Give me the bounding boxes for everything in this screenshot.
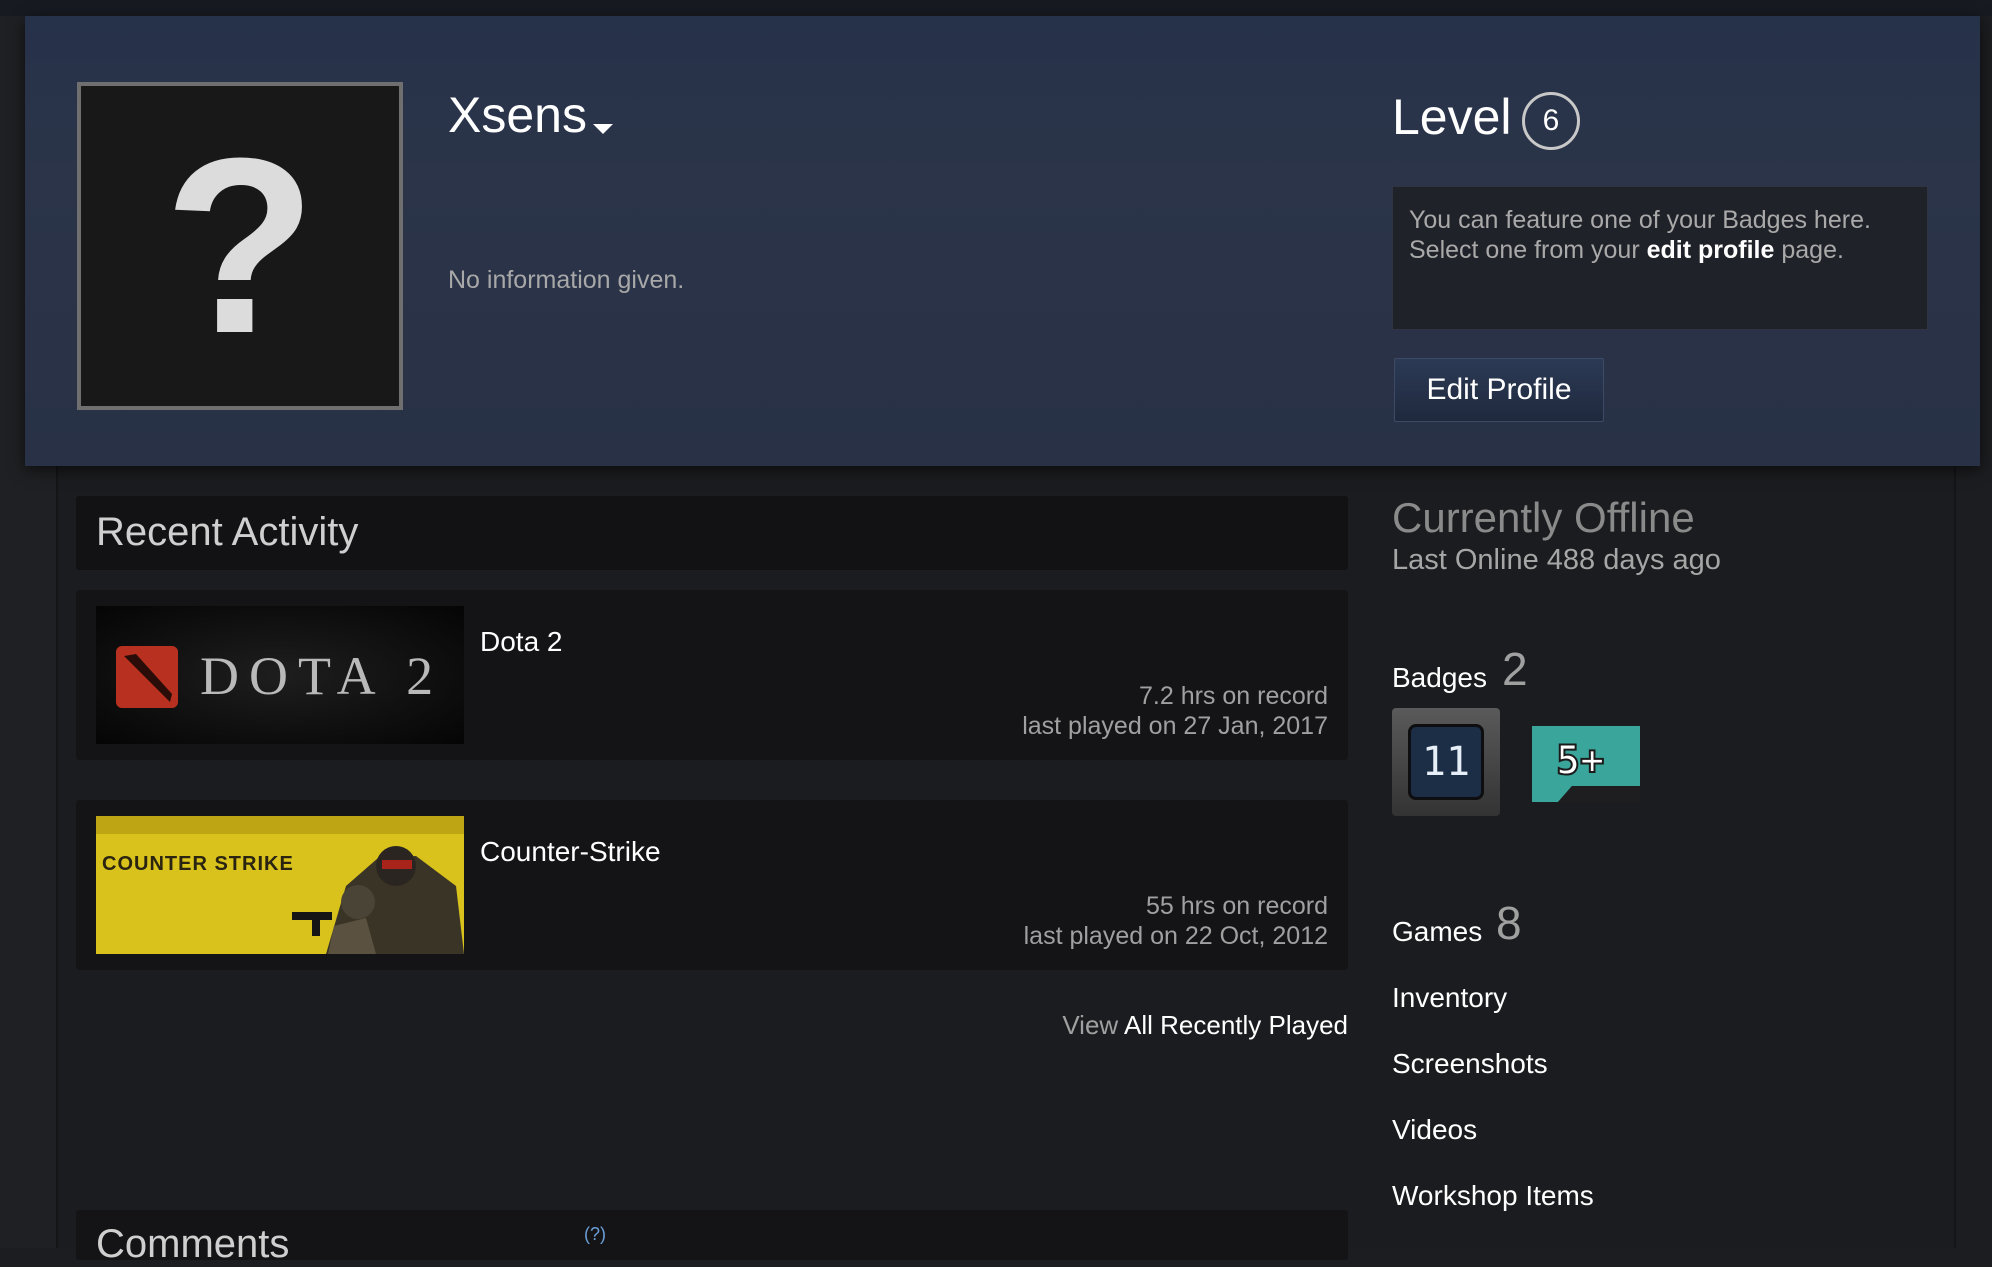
last-online: Last Online 488 days ago (1392, 544, 1721, 576)
profile-summary: No information given. (448, 266, 685, 294)
level-label: Level (1392, 89, 1512, 145)
view-link-label: All Recently Played (1124, 1010, 1348, 1040)
badge-hint-prefix: Select one from your (1409, 236, 1640, 264)
game-name[interactable]: Counter-Strike (480, 836, 661, 868)
badges-count: 2 (1502, 643, 1528, 695)
svg-text:5+: 5+ (1556, 738, 1604, 784)
game-last-played: last played on 22 Oct, 2012 (1023, 922, 1328, 950)
games-link[interactable]: Games (1392, 916, 1482, 948)
recent-activity-title: Recent Activity (96, 510, 359, 554)
counter-strike-capsule-image[interactable]: COUNTER STRIKE (96, 816, 464, 954)
game-row: DOTA 2 Dota 2 7.2 hrs on record last pla… (76, 590, 1348, 760)
chevron-down-icon[interactable] (593, 124, 613, 134)
view-all-recently-played-link[interactable]: View All Recently Played (1062, 1010, 1348, 1041)
game-collector-badge-icon: 5+ (1532, 726, 1640, 802)
game-hours: 7.2 hrs on record (1139, 682, 1328, 710)
dota2-capsule-image[interactable]: DOTA 2 (96, 606, 464, 744)
comments-title: Comments (96, 1222, 290, 1266)
badge-hint-line2: Select one from your edit profile page. (1409, 235, 1911, 265)
badge-hint-suffix: page. (1781, 236, 1844, 264)
level-badge[interactable]: 6 (1522, 92, 1580, 150)
help-icon[interactable]: (?) (584, 1224, 606, 1245)
question-mark-icon: ? (163, 106, 317, 385)
badge-hint-line1: You can feature one of your Badges here. (1409, 206, 1871, 234)
recent-activity-header: Recent Activity (76, 496, 1348, 570)
comments-header: Comments (76, 1210, 1348, 1266)
badge-level-icon: 11 (1408, 724, 1484, 800)
screenshots-link[interactable]: Screenshots (1392, 1048, 1548, 1080)
counter-strike-logo-icon: COUNTER STRIKE (96, 816, 464, 954)
svg-text:COUNTER STRIKE: COUNTER STRIKE (102, 853, 294, 875)
workshop-items-link[interactable]: Workshop Items (1392, 1180, 1594, 1212)
badge-game-collector[interactable]: 5+ (1532, 726, 1640, 802)
top-bar (0, 0, 1992, 16)
badge-years-of-service[interactable]: 11 (1392, 708, 1500, 816)
game-row: COUNTER STRIKE Counter-Strike 55 hrs on … (76, 800, 1348, 970)
avatar[interactable]: ? (77, 82, 403, 410)
persona-name[interactable]: Xsens (448, 86, 587, 144)
dota2-logo-icon: DOTA 2 (96, 606, 464, 744)
game-name[interactable]: Dota 2 (480, 626, 563, 658)
game-hours: 55 hrs on record (1145, 892, 1328, 920)
videos-link[interactable]: Videos (1392, 1114, 1477, 1146)
game-last-played: last played on 27 Jan, 2017 (1022, 712, 1328, 740)
badges-link[interactable]: Badges (1392, 662, 1487, 694)
edit-profile-button[interactable]: Edit Profile (1394, 358, 1604, 422)
games-count: 8 (1496, 897, 1522, 949)
view-prefix: View (1062, 1010, 1119, 1040)
online-status: Currently Offline (1392, 494, 1695, 541)
svg-text:DOTA 2: DOTA 2 (200, 646, 443, 706)
featured-badge-box: You can feature one of your Badges here.… (1392, 186, 1928, 330)
inventory-link[interactable]: Inventory (1392, 982, 1507, 1014)
edit-profile-link[interactable]: edit profile (1647, 236, 1775, 264)
